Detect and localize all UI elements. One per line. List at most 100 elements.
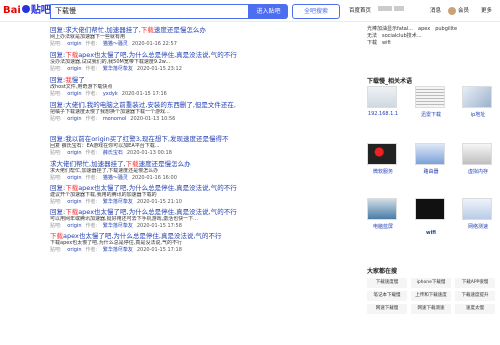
result-bar-link[interactable]: origin	[67, 199, 81, 205]
result-meta: 贴吧: origin 作者: 猫猫～骚灵 2020-01-16 22:57	[50, 41, 177, 47]
result-item: 求大佬们帮忙,加速器挂了,下载速度还是慢怎么办 求大佬们帮忙,加速器挂了,下载速度…	[50, 160, 335, 182]
top-link[interactable]: 无法	[367, 33, 377, 39]
baidu-tieba-logo[interactable]: Bai 贴吧	[3, 3, 51, 18]
result-meta: 贴吧: origin 作者: monomol 2020-01-13 10:56	[50, 116, 176, 122]
search-chip[interactable]: 速度太慢	[455, 304, 495, 314]
related-term-label[interactable]: 路由器	[412, 168, 450, 175]
everyone-searches: 大家都在搜 下载速度慢 iphone下载慢 下载APP很慢笔记本下载慢 上传和下载速度…	[367, 266, 497, 314]
search-input[interactable]: 下载慢	[50, 4, 249, 19]
avatar[interactable]	[448, 7, 456, 15]
related-term-label[interactable]: 电脑蓝屏	[364, 223, 402, 230]
result-title[interactable]: 回复:下载apex也太慢了吧,为什么总是停住,真是没法说,气的不行	[50, 208, 335, 216]
result-bar-link[interactable]: origin	[67, 247, 81, 253]
result-title[interactable]: 回复:求大佬们帮忙,加速器挂了,下载速度还是慢怎么办	[50, 26, 335, 34]
search-chip[interactable]: iphone下载慢	[411, 278, 451, 288]
related-term-thumb[interactable]: 电脑蓝屏	[367, 198, 397, 230]
result-item: 回复:下载apex也太慢了吧,为什么总是停住,真是没法说,气的不行 可以用网年或腾…	[50, 208, 335, 230]
search-chip[interactable]: 网速下载测速	[411, 304, 451, 314]
related-term-thumb[interactable]: ip地址	[462, 86, 492, 118]
related-term-label[interactable]: wifi	[412, 223, 450, 243]
related-term-thumb[interactable]: 网络测速	[462, 198, 492, 230]
result-author-link[interactable]: monomol	[103, 116, 126, 122]
related-term-thumb[interactable]: 虚拟内存	[462, 143, 492, 175]
related-term-label[interactable]: ip地址	[459, 111, 497, 118]
result-title[interactable]: 回复:下载apex也太慢了吧,为什么总是停住,真是没法说,气的不行	[50, 184, 335, 192]
result-title[interactable]: 回复:我以前在origin买了红警3,现在想下,发现速度还是慢得不	[50, 135, 335, 143]
related-terms-title: 下载慢_相关术语	[367, 78, 413, 85]
result-author-link[interactable]: 繁华落尽挚友	[103, 223, 133, 229]
result-title[interactable]: 求大佬们帮忙,加速器挂了,下载速度还是慢怎么办	[50, 160, 335, 168]
top-links: 光棒加油显示fatal... apex pubgilite 无法 socialclub…	[367, 26, 497, 47]
result-abstract: 求大佬们帮忙,加速器挂了,下载速度还是慢怎么办	[50, 168, 159, 174]
related-term-label[interactable]: 192.168.1.1	[364, 111, 402, 117]
result-abstract: 可以用网年或腾讯加速器,挺好用还可去下手机游戏,激活也快一下...	[50, 216, 198, 222]
search-all-button[interactable]: 全吧搜索	[292, 4, 340, 19]
related-term-label[interactable]: 网络测速	[459, 223, 497, 230]
result-bar-link[interactable]: origin	[67, 66, 81, 72]
result-bar-link[interactable]: origin	[67, 223, 81, 229]
nav-member[interactable]: 会员	[458, 6, 469, 14]
result-author-link[interactable]: 猫猫～骚灵	[103, 175, 128, 181]
result-time: 2020-01-15 17:16	[121, 91, 167, 97]
result-title[interactable]: 回复:大佬们,我的电脑之前重装过,安装的东西删了,但是文件还在,	[50, 101, 335, 109]
result-item: 回复:我以前在origin买了红警3,现在想下,发现速度还是慢得不 回复 薛氏宝石…	[50, 135, 335, 157]
search-chip[interactable]: 下载速度慢	[367, 278, 407, 288]
top-link[interactable]: apex	[418, 26, 430, 32]
related-term-thumb[interactable]: 路由器	[415, 143, 445, 175]
top-link[interactable]: pubgilite	[435, 26, 457, 32]
paw-icon	[21, 5, 30, 13]
top-link[interactable]: 下载	[367, 40, 377, 46]
result-time: 2020-01-16 22:57	[131, 41, 177, 47]
related-term-thumb[interactable]: 微软服务	[367, 143, 397, 175]
logo-text: Bai	[3, 5, 21, 16]
top-link[interactable]: socialclub技术...	[382, 33, 422, 39]
result-author-link[interactable]: 繁华落尽挚友	[103, 66, 133, 72]
result-item: 回复:下载apex也太慢了吧,为什么总是停住,真是没法说,气的不行 没办法加速器,…	[50, 51, 335, 73]
result-item: 回复:求大佬们帮忙,加速器挂了,下载速度还是慢怎么办 网上办法就是加速器下一些就有…	[50, 26, 335, 48]
result-meta: 贴吧: origin 作者: 猫猫～骚灵 2020-01-16 16:00	[50, 175, 177, 181]
everyone-searches-title: 大家都在搜	[367, 268, 398, 275]
result-title[interactable]: 回复:下载apex也太慢了吧,为什么总是停住,真是没法说,气的不行	[50, 51, 335, 59]
result-meta: 贴吧: origin 作者: yxdyk 2020-01-15 17:16	[50, 91, 167, 97]
result-abstract: 建议开个加速器下载,我用的腾讯的加速器下载的	[50, 192, 157, 198]
result-meta: 贴吧: origin 作者: 薛氏宝石 2020-01-13 00:18	[50, 150, 172, 156]
result-bar-link[interactable]: origin	[67, 150, 81, 156]
result-author-link[interactable]: 繁华落尽挚友	[103, 199, 133, 205]
search-chip[interactable]: 笔记本下载慢	[367, 291, 407, 301]
result-bar-link[interactable]: origin	[67, 41, 81, 47]
result-time: 2020-01-15 23:12	[136, 66, 182, 72]
result-item: 下载apex也太慢了吧,为什么总是停住,真是没法说,气的不行 下载apex也太慢了…	[50, 232, 335, 254]
nav-message[interactable]: 消息	[430, 6, 441, 14]
result-title[interactable]: 回复:我慢了	[50, 76, 335, 84]
search-chip[interactable]: 网速下载慢	[367, 304, 407, 314]
result-time: 2020-01-16 16:00	[131, 175, 177, 181]
result-author-link[interactable]: 繁华落尽挚友	[103, 247, 133, 253]
nav-home[interactable]: 百度首页	[349, 6, 371, 14]
related-term-thumb[interactable]: 192.168.1.1	[367, 86, 398, 117]
result-abstract: 没办法加速器,试试我们的,我50M宽带下载速度9.2w...	[50, 59, 171, 65]
result-title[interactable]: 下载apex也太慢了吧,为什么总是停住,真是没法说,气的不行	[50, 232, 335, 240]
related-term-label[interactable]: 微软服务	[364, 168, 402, 175]
result-bar-link[interactable]: origin	[67, 91, 81, 97]
search-chip[interactable]: 上传和下载速度	[411, 291, 451, 301]
wifi-icon[interactable]: wifi	[415, 198, 445, 236]
enter-bar-button[interactable]: 进入贴吧	[249, 4, 288, 19]
nav-more[interactable]: 更多	[481, 6, 492, 14]
related-term-thumb[interactable]: 迅雷下载	[415, 86, 445, 118]
result-author-link[interactable]: 薛氏宝石	[103, 150, 123, 156]
top-link[interactable]: wifi	[382, 40, 391, 46]
result-time: 2020-01-13 00:18	[126, 150, 172, 156]
search-chip[interactable]: 下载速度提升	[455, 291, 495, 301]
result-author-link[interactable]: 猫猫～骚灵	[103, 41, 128, 47]
related-term-label[interactable]: 迅雷下载	[412, 111, 450, 118]
result-author-link[interactable]: yxdyk	[103, 91, 118, 97]
top-link[interactable]: 光棒加油显示fatal...	[367, 26, 413, 32]
result-time: 2020-01-15 17:58	[136, 223, 182, 229]
search-chip[interactable]: 下载APP很慢	[455, 278, 495, 288]
search-chips: 下载速度慢 iphone下载慢 下载APP很慢笔记本下载慢 上传和下载速度 下载速度提升…	[367, 278, 497, 314]
result-bar-link[interactable]: origin	[67, 116, 81, 122]
result-bar-link[interactable]: origin	[67, 175, 81, 181]
nav-user-name[interactable]	[378, 6, 404, 12]
result-meta: 贴吧: origin 作者: 繁华落尽挚友 2020-01-15 23:12	[50, 66, 182, 72]
related-term-label[interactable]: 虚拟内存	[459, 168, 497, 175]
